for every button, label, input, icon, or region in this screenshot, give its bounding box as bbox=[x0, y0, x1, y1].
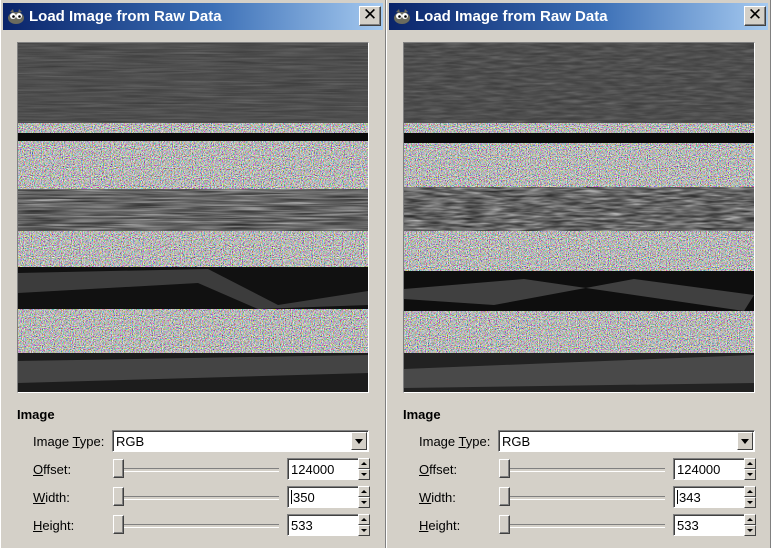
width-slider-thumb[interactable] bbox=[113, 487, 124, 506]
window-title: Load Image from Raw Data bbox=[29, 8, 222, 25]
offset-input[interactable]: 124000 bbox=[287, 458, 359, 480]
offset-input[interactable]: 124000 bbox=[673, 458, 745, 480]
window-title: Load Image from Raw Data bbox=[415, 8, 608, 25]
title-bar[interactable]: Load Image from Raw Data ✕ bbox=[3, 3, 383, 30]
raw-data-dialog-right: Load Image from Raw Data ✕ Image Image T… bbox=[386, 0, 771, 548]
chevron-down-icon[interactable] bbox=[351, 432, 367, 450]
width-input[interactable]: 350 bbox=[287, 486, 359, 508]
close-icon: ✕ bbox=[362, 5, 378, 25]
image-type-value: RGB bbox=[116, 434, 145, 449]
width-slider-track[interactable] bbox=[119, 496, 279, 500]
width-slider-track[interactable] bbox=[505, 496, 665, 500]
width-spin-buttons[interactable] bbox=[744, 486, 756, 508]
title-bar[interactable]: Load Image from Raw Data ✕ bbox=[389, 3, 768, 30]
gimp-icon bbox=[394, 9, 410, 24]
offset-slider-thumb[interactable] bbox=[113, 459, 124, 478]
height-spin-buttons[interactable] bbox=[358, 514, 370, 536]
offset-slider-thumb[interactable] bbox=[499, 459, 510, 478]
offset-slider-track[interactable] bbox=[505, 468, 665, 472]
text-caret bbox=[677, 490, 678, 504]
image-section-label: Image bbox=[403, 407, 441, 422]
decrement-icon[interactable] bbox=[358, 525, 370, 536]
offset-slider-track[interactable] bbox=[119, 468, 279, 472]
image-section-label: Image bbox=[17, 407, 55, 422]
gimp-icon bbox=[8, 9, 24, 24]
width-label: Width: bbox=[33, 490, 70, 505]
raw-preview-image bbox=[18, 43, 368, 392]
width-slider-thumb[interactable] bbox=[499, 487, 510, 506]
raw-preview-image bbox=[404, 43, 754, 392]
image-type-select[interactable]: RGB bbox=[498, 430, 755, 452]
width-spin-buttons[interactable] bbox=[358, 486, 370, 508]
close-button[interactable]: ✕ bbox=[359, 6, 381, 26]
height-slider-track[interactable] bbox=[505, 524, 665, 528]
height-spin-buttons[interactable] bbox=[744, 514, 756, 536]
decrement-icon[interactable] bbox=[744, 469, 756, 480]
raw-data-dialog-left: Load Image from Raw Data ✕ Image Image T… bbox=[0, 0, 386, 548]
image-preview bbox=[17, 42, 369, 393]
increment-icon[interactable] bbox=[358, 514, 370, 525]
height-slider-track[interactable] bbox=[119, 524, 279, 528]
text-caret bbox=[291, 490, 292, 504]
offset-label: Offset: bbox=[419, 462, 458, 477]
offset-label: Offset: bbox=[33, 462, 72, 477]
offset-spin-buttons[interactable] bbox=[744, 458, 756, 480]
width-input[interactable]: 343 bbox=[673, 486, 745, 508]
increment-icon[interactable] bbox=[744, 486, 756, 497]
close-icon: ✕ bbox=[747, 5, 763, 25]
image-type-label: Image Type: bbox=[419, 434, 491, 449]
increment-icon[interactable] bbox=[744, 514, 756, 525]
chevron-down-icon[interactable] bbox=[737, 432, 753, 450]
decrement-icon[interactable] bbox=[744, 497, 756, 508]
increment-icon[interactable] bbox=[358, 458, 370, 469]
image-type-value: RGB bbox=[502, 434, 531, 449]
height-input[interactable]: 533 bbox=[287, 514, 359, 536]
width-label: Width: bbox=[419, 490, 456, 505]
decrement-icon[interactable] bbox=[358, 469, 370, 480]
height-slider-thumb[interactable] bbox=[113, 515, 124, 534]
increment-icon[interactable] bbox=[744, 458, 756, 469]
increment-icon[interactable] bbox=[358, 486, 370, 497]
image-preview bbox=[403, 42, 755, 393]
height-label: Height: bbox=[419, 518, 461, 533]
height-input[interactable]: 533 bbox=[673, 514, 745, 536]
offset-spin-buttons[interactable] bbox=[358, 458, 370, 480]
image-type-label: Image Type: bbox=[33, 434, 105, 449]
decrement-icon[interactable] bbox=[358, 497, 370, 508]
close-button[interactable]: ✕ bbox=[744, 6, 766, 26]
height-label: Height: bbox=[33, 518, 75, 533]
height-slider-thumb[interactable] bbox=[499, 515, 510, 534]
image-type-select[interactable]: RGB bbox=[112, 430, 369, 452]
decrement-icon[interactable] bbox=[744, 525, 756, 536]
